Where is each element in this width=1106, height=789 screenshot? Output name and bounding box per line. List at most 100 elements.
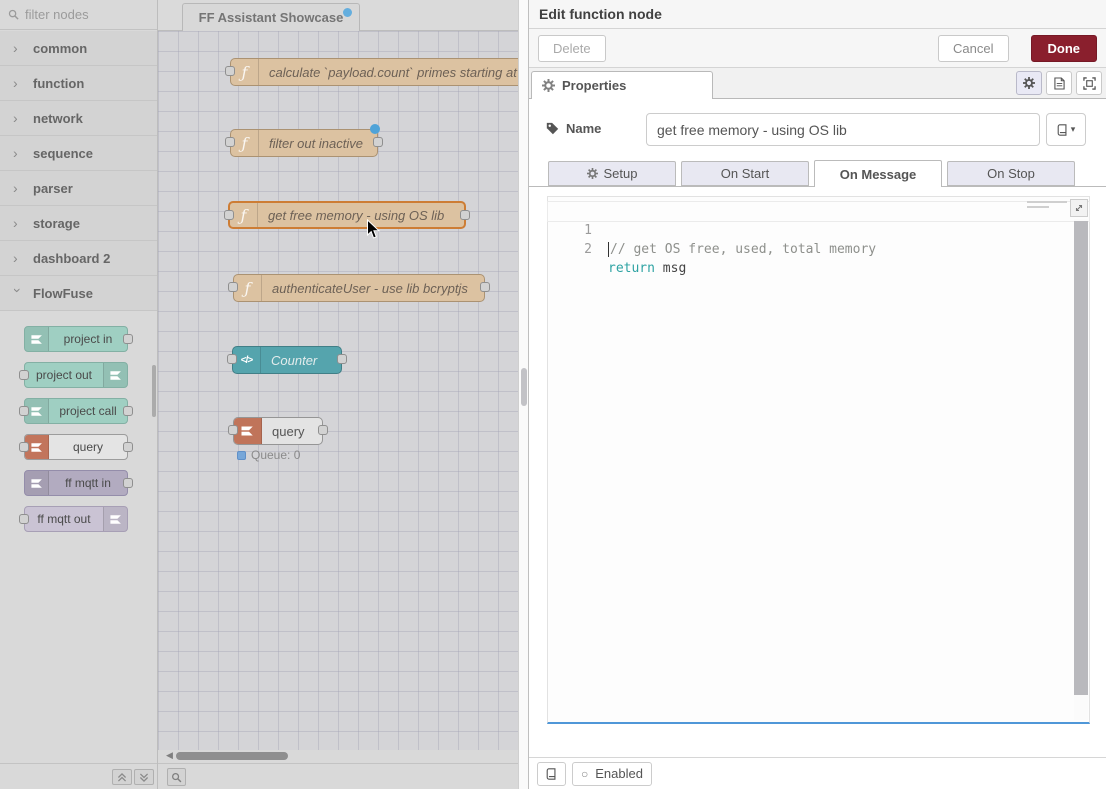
node-input-port[interactable] xyxy=(225,137,235,147)
canvas-footer xyxy=(158,763,518,789)
palette-node-ff-mqtt-out[interactable]: ff mqtt out xyxy=(24,506,128,532)
book-icon xyxy=(1057,124,1068,136)
palette-category-common[interactable]: ›common xyxy=(0,31,157,66)
node-input-port[interactable] xyxy=(19,406,29,416)
code-editor[interactable]: 1 // get OS free, used, total memory 2 r… xyxy=(547,196,1090,724)
flowfuse-logo-icon xyxy=(103,363,127,387)
tab-on-message[interactable]: On Message xyxy=(814,160,942,187)
function-node-filter-out-inactive[interactable]: ƒ filter out inactive xyxy=(230,129,378,157)
palette-category-parser[interactable]: ›parser xyxy=(0,171,157,206)
chevron-right-icon: › xyxy=(13,148,23,158)
done-button[interactable]: Done xyxy=(1031,35,1098,62)
editor-scrollbar-thumb[interactable] xyxy=(1074,221,1088,695)
node-output-port[interactable] xyxy=(480,282,490,292)
node-output-port[interactable] xyxy=(123,442,133,452)
canvas-search-button[interactable] xyxy=(167,768,186,786)
line-number: 2 xyxy=(548,240,592,259)
node-input-port[interactable] xyxy=(19,514,29,524)
edit-properties-button[interactable] xyxy=(1016,71,1042,95)
node-input-port[interactable] xyxy=(19,442,29,452)
palette-node-project-call[interactable]: project call xyxy=(24,398,128,424)
tab-on-stop[interactable]: On Stop xyxy=(947,161,1075,186)
palette: ›common ›function ›network ›sequence ›pa… xyxy=(0,0,158,789)
tab-setup[interactable]: Setup xyxy=(548,161,676,186)
palette-filter[interactable] xyxy=(0,0,157,30)
node-output-port[interactable] xyxy=(318,425,328,435)
chevron-right-icon: › xyxy=(13,113,23,123)
query-node-status: Queue: 0 xyxy=(237,448,300,462)
palette-scrollbar[interactable] xyxy=(152,365,156,417)
canvas-hscrollbar: ◀ xyxy=(158,750,518,763)
flow-canvas[interactable]: FF Assistant Showcase ƒ calculate `paylo… xyxy=(158,0,518,763)
function-node-authenticate-user[interactable]: ƒ authenticateUser - use lib bcryptjs xyxy=(233,274,485,302)
flow-tab[interactable]: FF Assistant Showcase xyxy=(182,3,360,31)
function-node-calculate-primes[interactable]: ƒ calculate `payload.count` primes start… xyxy=(230,58,518,86)
palette-category-storage[interactable]: ›storage xyxy=(0,206,157,241)
status-text: Queue: 0 xyxy=(251,448,300,462)
node-input-port[interactable] xyxy=(225,66,235,76)
name-field-row: Name ▾ xyxy=(529,99,1106,159)
node-output-port[interactable] xyxy=(123,406,133,416)
name-label: Name xyxy=(546,121,601,136)
search-icon xyxy=(8,9,19,20)
palette-node-project-in[interactable]: project in xyxy=(24,326,128,352)
properties-tab-row: Properties xyxy=(529,68,1106,99)
workspace-tabbar: FF Assistant Showcase xyxy=(158,0,518,31)
tray-footer: ○ Enabled xyxy=(529,757,1106,789)
library-button[interactable] xyxy=(537,762,566,786)
node-output-port[interactable] xyxy=(123,478,133,488)
tray-title: Edit function node xyxy=(529,0,1106,29)
flowfuse-logo-icon xyxy=(234,418,262,444)
editor-scrollbar xyxy=(1074,219,1088,720)
hscrollbar-thumb[interactable] xyxy=(176,752,288,760)
delete-button[interactable]: Delete xyxy=(538,35,606,62)
palette-category-function[interactable]: ›function xyxy=(0,66,157,101)
function-icon: ƒ xyxy=(231,59,259,85)
code-line[interactable]: 2 return msg xyxy=(548,221,1089,240)
flow-tab-label: FF Assistant Showcase xyxy=(199,10,344,25)
palette-category-flowfuse[interactable]: ›FlowFuse xyxy=(0,276,157,311)
node-input-port[interactable] xyxy=(228,282,238,292)
expand-icon xyxy=(1074,203,1084,213)
palette-node-query[interactable]: query xyxy=(24,434,128,460)
gear-icon xyxy=(587,168,598,179)
palette-category-dashboard2[interactable]: ›dashboard 2 xyxy=(0,241,157,276)
tab-properties-label: Properties xyxy=(562,78,626,93)
query-node[interactable]: query xyxy=(233,417,323,445)
palette-expand-all-button[interactable] xyxy=(134,769,154,785)
flow-modified-dot xyxy=(343,8,352,17)
vscrollbar-thumb[interactable] xyxy=(521,368,527,406)
node-output-port[interactable] xyxy=(460,210,470,220)
tab-on-start[interactable]: On Start xyxy=(681,161,809,186)
node-input-port[interactable] xyxy=(224,210,234,220)
node-input-port[interactable] xyxy=(19,370,29,380)
editor-expand-button[interactable] xyxy=(1070,199,1088,217)
library-dropdown-button[interactable]: ▾ xyxy=(1046,113,1086,146)
code-line[interactable]: 1 // get OS free, used, total memory xyxy=(548,202,1089,221)
node-output-port[interactable] xyxy=(123,334,133,344)
cancel-button[interactable]: Cancel xyxy=(938,35,1008,62)
code-icon: </> xyxy=(233,347,261,373)
name-input[interactable] xyxy=(646,113,1040,146)
function-node-get-free-memory[interactable]: ƒ get free memory - using OS lib xyxy=(228,201,466,229)
edit-appearance-button[interactable] xyxy=(1076,71,1102,95)
enabled-circle-icon: ○ xyxy=(581,768,588,780)
palette-collapse-all-button[interactable] xyxy=(112,769,132,785)
node-input-port[interactable] xyxy=(227,354,237,364)
node-input-port[interactable] xyxy=(228,425,238,435)
palette-node-project-out[interactable]: project out xyxy=(24,362,128,388)
scroll-left-arrow-icon[interactable]: ◀ xyxy=(166,750,173,761)
palette-node-ff-mqtt-in[interactable]: ff mqtt in xyxy=(24,470,128,496)
edit-description-button[interactable] xyxy=(1046,71,1072,95)
function-icon: ƒ xyxy=(231,130,259,156)
tab-properties[interactable]: Properties xyxy=(531,71,713,99)
node-output-port[interactable] xyxy=(337,354,347,364)
counter-node[interactable]: </> Counter xyxy=(232,346,342,374)
palette-category-sequence[interactable]: ›sequence xyxy=(0,136,157,171)
palette-category-network[interactable]: ›network xyxy=(0,101,157,136)
palette-filter-input[interactable] xyxy=(25,7,145,22)
palette-footer xyxy=(0,763,157,789)
enabled-toggle-button[interactable]: ○ Enabled xyxy=(572,762,652,786)
node-output-port[interactable] xyxy=(373,137,383,147)
flowfuse-logo-icon xyxy=(103,507,127,531)
